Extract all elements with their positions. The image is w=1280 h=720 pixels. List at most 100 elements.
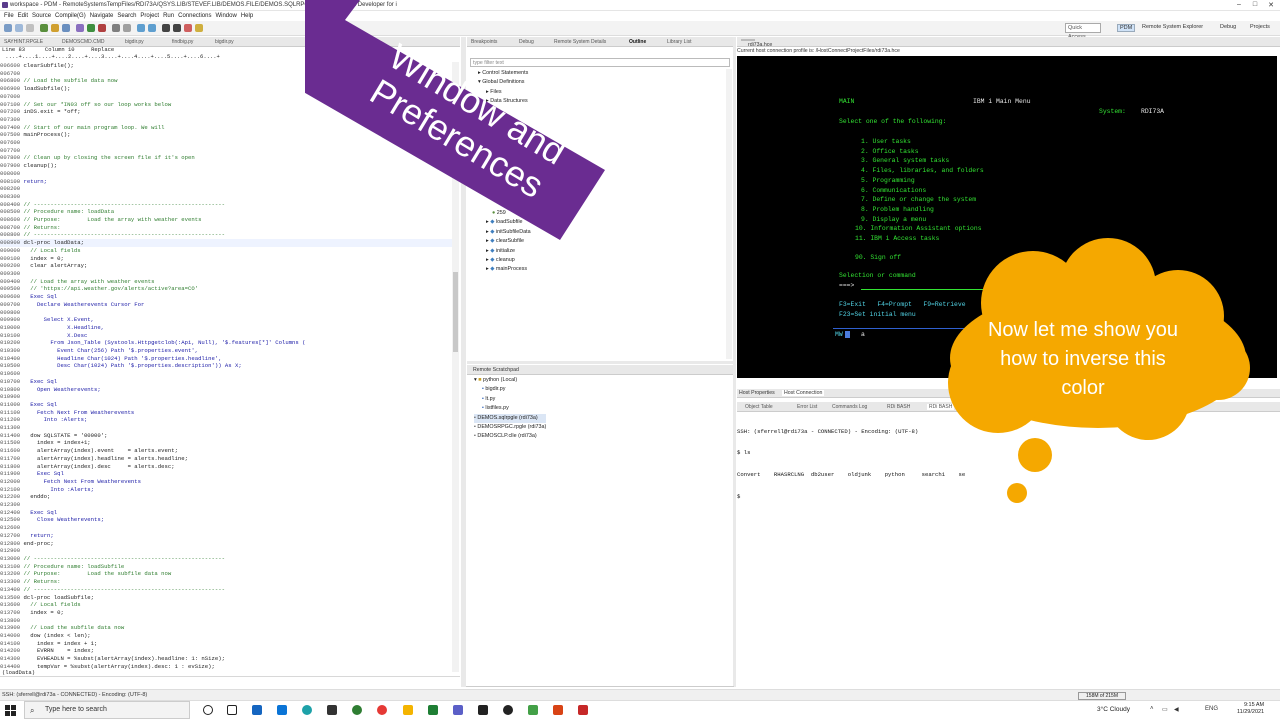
tab-terminal[interactable]: rdi73a.hce — [741, 39, 772, 48]
code-line[interactable]: 011300 — [0, 424, 452, 432]
code-line[interactable]: 008600 // Purpose: Load the array with w… — [0, 216, 452, 224]
code-line[interactable]: 013900 // Load the subfile data now — [0, 624, 452, 632]
connect-icon[interactable] — [62, 24, 70, 32]
tree-item[interactable]: ▸ Data Structures — [478, 97, 528, 106]
code-line[interactable]: 007900 cleanup(); — [0, 162, 452, 170]
build-icon[interactable] — [51, 24, 59, 32]
code-line[interactable]: 014300 EVHEADLN = %subst(alertArray(inde… — [0, 655, 452, 663]
memory-usage[interactable]: 158M of 215M — [1078, 692, 1126, 700]
tree-item[interactable]: ▸ ◆ loadSubfile — [486, 218, 531, 227]
editor-tab[interactable]: DEMOSCMD.CMD — [62, 39, 105, 45]
code-line[interactable]: 010800 Open Weatherevents; — [0, 386, 452, 394]
code-line[interactable]: 008100 return; — [0, 178, 452, 186]
tab-remote-scratchpad[interactable]: Remote Scratchpad — [473, 367, 519, 373]
code-line[interactable]: 012500 Close Weatherevents; — [0, 516, 452, 524]
code-line[interactable]: 012100 Into :Alerts; — [0, 486, 452, 494]
menu-search[interactable]: Search — [117, 11, 136, 21]
code-line[interactable]: 013500 dcl-proc loadSubfile; — [0, 594, 452, 602]
language-indicator[interactable]: ENG — [1205, 706, 1218, 712]
run-icon[interactable] — [87, 24, 95, 32]
code-line[interactable]: 011700 alertArray(index).headline = aler… — [0, 455, 452, 463]
code-line[interactable]: 008900 dcl-proc loadData; — [0, 239, 452, 247]
forward-icon[interactable] — [148, 24, 156, 32]
outline-filter-input[interactable]: type filter text — [470, 58, 730, 67]
code-line[interactable]: 011000 Exec Sql — [0, 401, 452, 409]
outlook-icon[interactable] — [252, 705, 262, 715]
weather-widget[interactable]: 3°C Cloudy — [1097, 706, 1130, 713]
menu-source[interactable]: Source — [32, 11, 51, 21]
tab-host-properties[interactable]: Host Properties — [739, 390, 775, 396]
app-icon[interactable] — [503, 705, 513, 715]
code-line[interactable]: 010300 Event Char(256) Path '$.propertie… — [0, 347, 452, 355]
code-line[interactable]: 006600 clearSubfile(); — [0, 62, 452, 70]
code-line[interactable]: 006800 // Load the subfile data now — [0, 77, 452, 85]
editor-tab[interactable]: findbig.py — [172, 39, 193, 45]
code-line[interactable]: 013400 // ------------------------------… — [0, 586, 452, 594]
quick-access-input[interactable]: Quick Access — [1065, 23, 1101, 40]
code-line[interactable]: 008300 — [0, 193, 452, 201]
editor-tab[interactable]: SAYHINT.RPGLE — [4, 39, 43, 45]
code-line[interactable]: 013000 // ------------------------------… — [0, 555, 452, 563]
tab-remote-system-details[interactable]: Remote System Details — [554, 39, 606, 45]
panel-splitter[interactable] — [467, 361, 733, 364]
perspective-projects[interactable]: Projects — [1250, 24, 1270, 30]
error-icon[interactable] — [184, 24, 192, 32]
code-line[interactable]: 011400 dow SQLSTATE = '00000'; — [0, 432, 452, 440]
code-line[interactable]: 007600 — [0, 139, 452, 147]
teams-icon[interactable] — [453, 705, 463, 715]
stop-icon[interactable] — [98, 24, 106, 32]
code-line[interactable]: 008000 — [0, 170, 452, 178]
code-line[interactable]: 012200 enddo; — [0, 493, 452, 501]
code-line[interactable]: 009900 Select X.Event, — [0, 316, 452, 324]
tab-breakpoints[interactable]: Breakpoints — [471, 39, 497, 45]
tree-item[interactable]: ▸ Files — [478, 88, 528, 97]
code-line[interactable]: 009300 — [0, 270, 452, 278]
open-type-icon[interactable] — [123, 24, 131, 32]
code-line[interactable]: 011900 Exec Sql — [0, 470, 452, 478]
perspective-debug[interactable]: Debug — [1220, 24, 1236, 30]
tab-host-connection[interactable]: Host Connection — [782, 390, 825, 396]
menu-compile[interactable]: Compile(G) — [55, 11, 86, 21]
app-icon[interactable] — [352, 705, 362, 715]
code-line[interactable]: 007200 inDS.exit = *off; — [0, 108, 452, 116]
code-line[interactable]: 013300 // Returns: — [0, 578, 452, 586]
code-line[interactable]: 012600 — [0, 524, 452, 532]
code-line[interactable]: 009400 // Load the array with weather ev… — [0, 278, 452, 286]
code-line[interactable]: 012800 end-proc; — [0, 540, 452, 548]
code-line[interactable]: 007400 // Start of our main program loop… — [0, 124, 452, 132]
tree-item[interactable]: ▸ Control Statements — [478, 69, 528, 78]
code-line[interactable]: 013600 // Local fields — [0, 601, 452, 609]
tree-item[interactable]: ▸ ◆ initialize — [486, 247, 531, 256]
perspective-pdm[interactable]: PDM — [1117, 24, 1136, 32]
tree-item[interactable]: ▾ Global Definitions — [478, 78, 528, 87]
code-line[interactable]: 009500 // 'https://api.weather.gov/alert… — [0, 285, 452, 293]
code-line[interactable]: 008400 // ------------------------------… — [0, 201, 452, 209]
menu-edit[interactable]: Edit — [18, 11, 28, 21]
tree-item[interactable]: ▸ ◆ clearSubfile — [486, 237, 531, 246]
code-line[interactable]: 014000 dow (index < len); — [0, 632, 452, 640]
code-line[interactable]: 010700 Exec Sql — [0, 378, 452, 386]
code-line[interactable]: 009200 clear alertArray; — [0, 262, 452, 270]
tab-rdi-bash[interactable]: RDi BASH — [887, 404, 910, 410]
task-view-icon[interactable] — [227, 705, 237, 715]
scrollbar-thumb[interactable] — [453, 272, 458, 352]
tab-commands-log[interactable]: Commands Log — [832, 404, 867, 410]
code-line[interactable]: 014200 EVRRN = index; — [0, 647, 452, 655]
code-line[interactable]: 009100 index = 0; — [0, 255, 452, 263]
code-line[interactable]: 006700 — [0, 70, 452, 78]
terminal-app-icon[interactable] — [478, 705, 488, 715]
code-line[interactable]: 011800 alertArray(index).desc = alerts.d… — [0, 463, 452, 471]
close-icon[interactable]: ✕ — [1264, 1, 1278, 10]
print-icon[interactable] — [26, 24, 34, 32]
tray-arrow-icon[interactable]: ˄ — [1150, 706, 1154, 712]
code-line[interactable]: 013800 — [0, 617, 452, 625]
code-line[interactable]: 010600 — [0, 370, 452, 378]
code-line[interactable]: 011100 Fetch Next From Weatherevents — [0, 409, 452, 417]
save-icon[interactable] — [15, 24, 23, 32]
tree-item[interactable]: ▪ DEMOS.sqlrpgle (rdi73a) — [474, 413, 547, 424]
code-line[interactable]: 012300 — [0, 501, 452, 509]
code-line[interactable]: 012400 Exec Sql — [0, 509, 452, 517]
code-line[interactable]: 007500 mainProcess(); — [0, 131, 452, 139]
code-line[interactable]: 010400 Headline Char(1024) Path '$.prope… — [0, 355, 452, 363]
maximize-icon[interactable]: □ — [1248, 1, 1262, 10]
